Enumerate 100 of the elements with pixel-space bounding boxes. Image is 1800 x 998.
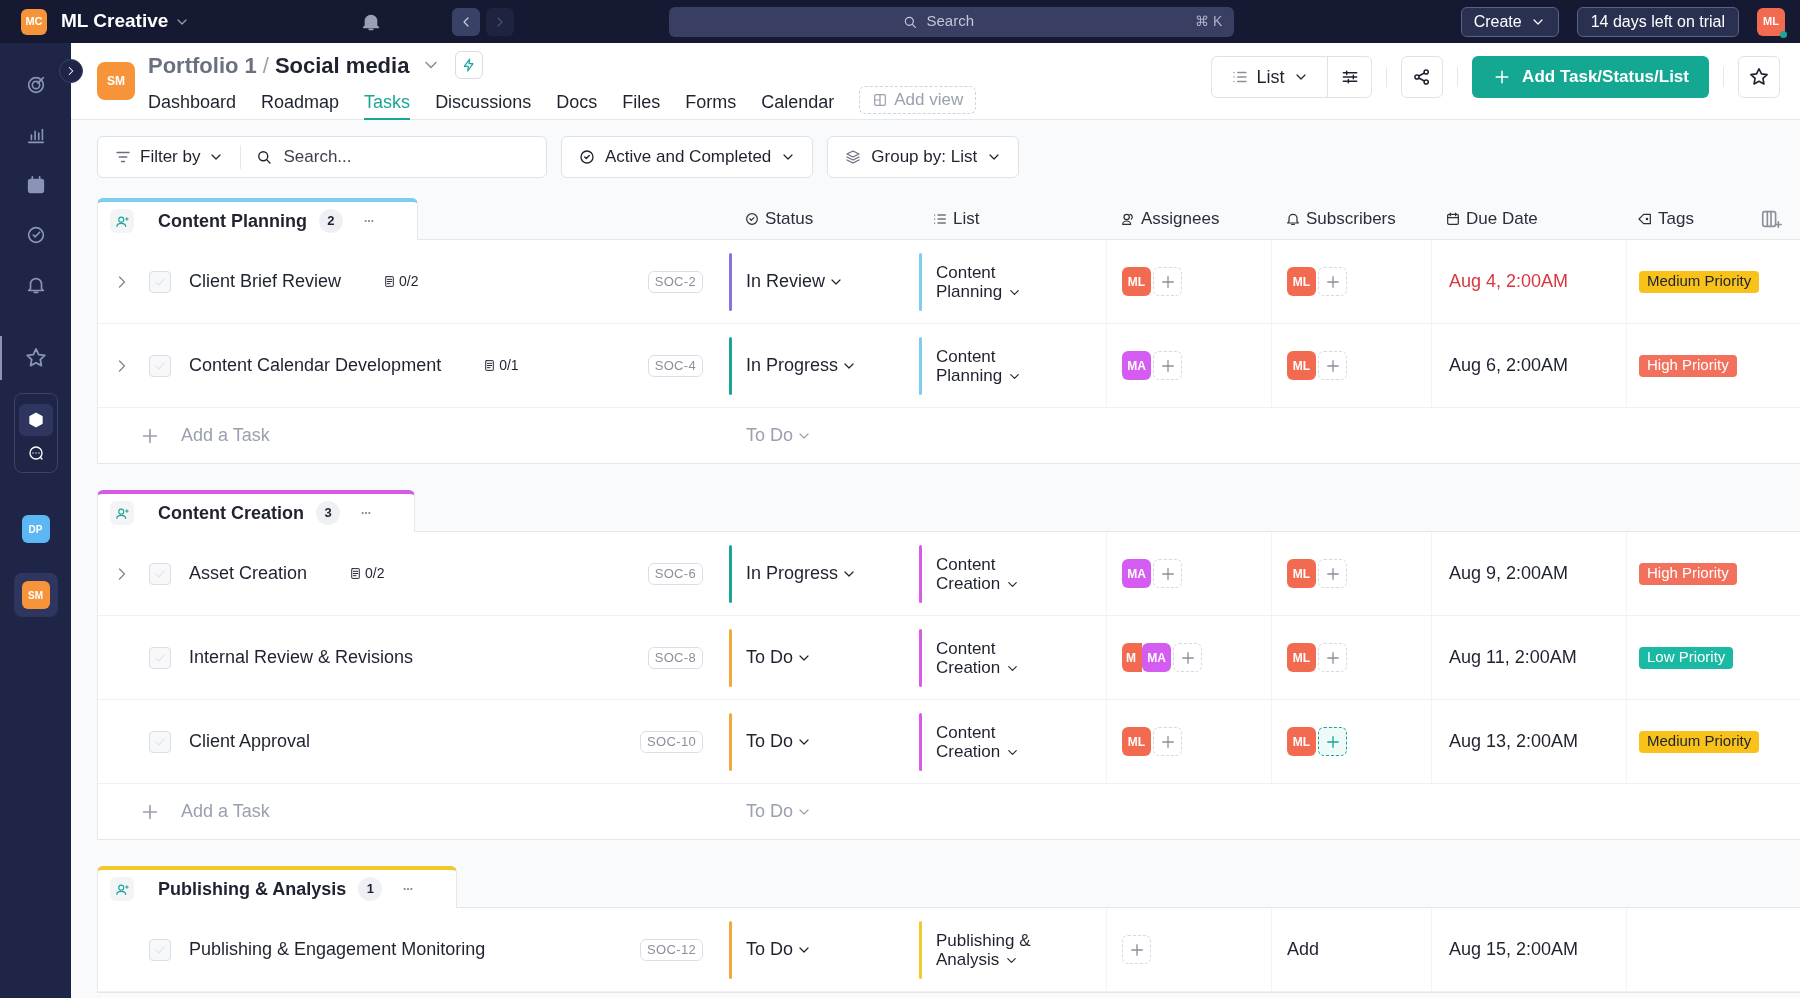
task-id: SOC-12 xyxy=(640,938,703,961)
due-date[interactable]: Aug 11, 2:00AM xyxy=(1449,644,1577,671)
add-view-icon xyxy=(872,92,889,108)
active-indicator xyxy=(0,336,2,380)
create-button[interactable]: Create xyxy=(1460,6,1559,37)
task-checkbox[interactable] xyxy=(149,562,171,585)
task-row[interactable]: Internal Review & Revisions SOC-8 To Do Content Creation M MA ML Aug 11, 2:00AM Low Priority xyxy=(98,616,1800,700)
status-dropdown[interactable]: To Do xyxy=(746,728,813,755)
online-indicator xyxy=(1780,30,1787,38)
status-dropdown[interactable]: To Do xyxy=(746,644,813,671)
task-id: SOC-2 xyxy=(647,270,703,293)
subtask-count[interactable]: 0/2 xyxy=(349,563,385,584)
view-tab[interactable]: Forms xyxy=(685,82,737,120)
task-row[interactable]: Asset Creation 0/2 SOC-6 In Progress Content Creation MA ML Aug 9, 2:00AM High Priority xyxy=(98,532,1800,616)
priority-tag[interactable]: Medium Priority xyxy=(1639,270,1760,293)
task-name[interactable]: Asset Creation xyxy=(189,560,308,587)
task-id: SOC-4 xyxy=(647,354,703,377)
task-row[interactable]: Content Calendar Development 0/1 SOC-4 In Progress Content Planning MA ML Aug 6, 2:00AM High Priority xyxy=(98,324,1800,408)
checklist-icon xyxy=(483,359,497,372)
search-placeholder: Search xyxy=(926,11,974,32)
breadcrumb-separator: / xyxy=(262,51,269,80)
due-date[interactable]: Aug 6, 2:00AM xyxy=(1449,352,1569,379)
status-filter-dropdown[interactable]: Active and Completed xyxy=(561,136,814,178)
status-dropdown[interactable]: In Review xyxy=(746,268,845,295)
due-date[interactable]: Aug 13, 2:00AM xyxy=(1449,728,1579,755)
group-title[interactable]: Content Planning xyxy=(158,207,307,235)
column-header[interactable]: Assignees xyxy=(1120,205,1220,232)
add-person-button[interactable] xyxy=(1318,727,1347,756)
star-icon xyxy=(1748,66,1770,88)
page-title: Social media xyxy=(274,51,410,80)
subtask-count[interactable]: 0/1 xyxy=(483,355,519,376)
favorite-button[interactable] xyxy=(1738,56,1780,98)
task-row[interactable]: Client Approval SOC-10 To Do Content Creation ML ML Aug 13, 2:00AM Medium Priority xyxy=(98,700,1800,784)
column-header[interactable]: Tags xyxy=(1637,205,1694,232)
view-tab[interactable]: Calendar xyxy=(761,82,835,120)
task-row[interactable]: Client Brief Review 0/2 SOC-2 In Review Content Planning ML ML Aug 4, 2:00AM Medium Priority xyxy=(98,240,1800,324)
trial-button[interactable]: 14 days left on trial xyxy=(1576,6,1739,37)
task-count: 2 xyxy=(319,209,343,233)
back-button[interactable] xyxy=(452,7,481,36)
list-dropdown[interactable]: Content Creation xyxy=(936,554,1046,593)
task-name[interactable]: Client Brief Review xyxy=(189,268,342,295)
checklist-icon xyxy=(383,275,397,288)
due-date[interactable]: Aug 9, 2:00AM xyxy=(1449,560,1569,587)
group-title[interactable]: Publishing & Analysis xyxy=(158,875,347,903)
forward-button[interactable] xyxy=(486,7,515,36)
task-id: SOC-6 xyxy=(647,562,703,585)
task-name[interactable]: Content Calendar Development xyxy=(189,352,442,379)
task-checkbox[interactable] xyxy=(149,646,171,669)
cube-icon[interactable] xyxy=(26,411,45,429)
subtask-count[interactable]: 0/2 xyxy=(383,271,419,292)
group-by-dropdown[interactable]: Group by: List xyxy=(827,136,1020,178)
task-row[interactable]: Publishing & Engagement Monitoring SOC-12 To Do Publishing & Analysis Add Aug 15, 2:00AM xyxy=(98,908,1800,992)
status-dropdown[interactable]: In Progress xyxy=(746,560,858,587)
list-dropdown[interactable]: Content Planning xyxy=(936,262,1046,301)
column-header[interactable]: List xyxy=(932,205,980,232)
task-name[interactable]: Internal Review & Revisions xyxy=(189,644,414,671)
expand-sidebar-button[interactable] xyxy=(59,59,83,83)
task-count: 1 xyxy=(358,877,383,901)
shortcut-hint: ⌘ K xyxy=(1195,12,1223,31)
group-title[interactable]: Content Creation xyxy=(158,499,304,527)
task-name[interactable]: Publishing & Engagement Monitoring xyxy=(189,936,486,963)
priority-tag[interactable]: Medium Priority xyxy=(1639,730,1760,753)
column-header[interactable]: Status xyxy=(744,205,814,232)
view-tab[interactable]: Discussions xyxy=(435,82,532,120)
workspace-name[interactable]: ML Creative xyxy=(61,7,169,36)
automation-button[interactable] xyxy=(455,51,484,79)
list-dropdown[interactable]: Content Creation xyxy=(936,722,1046,761)
view-tab[interactable]: Files xyxy=(622,82,661,120)
share-button[interactable] xyxy=(1401,56,1444,98)
star-icon[interactable] xyxy=(23,346,48,370)
check-circle-icon xyxy=(744,210,760,227)
assign-button[interactable] xyxy=(110,877,134,901)
task-checkbox[interactable] xyxy=(149,730,171,753)
breadcrumb-link[interactable]: Portfolio 1 xyxy=(148,48,257,82)
list-dropdown[interactable]: Publishing & Analysis xyxy=(936,930,1046,969)
task-checkbox[interactable] xyxy=(149,354,171,377)
assign-button[interactable] xyxy=(110,209,134,233)
view-tab[interactable]: Docs xyxy=(556,82,598,120)
status-dropdown[interactable]: In Progress xyxy=(746,352,858,379)
column-header[interactable]: Subscribers xyxy=(1285,205,1396,232)
task-name[interactable]: Client Approval xyxy=(189,728,311,755)
column-header[interactable]: Due Date xyxy=(1445,205,1538,232)
search-field[interactable]: Search ⌘ K xyxy=(669,6,1235,37)
due-date[interactable]: Aug 4, 2:00AM xyxy=(1449,268,1569,295)
add-subscriber-button[interactable]: Add xyxy=(1287,936,1320,963)
task-count: 3 xyxy=(316,501,340,525)
task-id: SOC-10 xyxy=(640,730,703,753)
assign-button[interactable] xyxy=(110,501,134,525)
checklist-icon xyxy=(349,567,363,580)
view-tab[interactable]: Roadmap xyxy=(261,82,340,120)
status-dropdown[interactable]: To Do xyxy=(746,936,813,963)
task-id: SOC-8 xyxy=(647,646,703,669)
task-checkbox[interactable] xyxy=(149,938,171,961)
chat-icon[interactable] xyxy=(26,444,45,462)
task-checkbox[interactable] xyxy=(149,270,171,293)
due-date[interactable]: Aug 15, 2:00AM xyxy=(1449,936,1579,963)
check-circle-icon xyxy=(578,148,596,166)
view-tab[interactable]: Dashboard xyxy=(148,82,237,120)
list-dropdown[interactable]: Content Planning xyxy=(936,346,1046,385)
list-dropdown[interactable]: Content Creation xyxy=(936,638,1046,677)
